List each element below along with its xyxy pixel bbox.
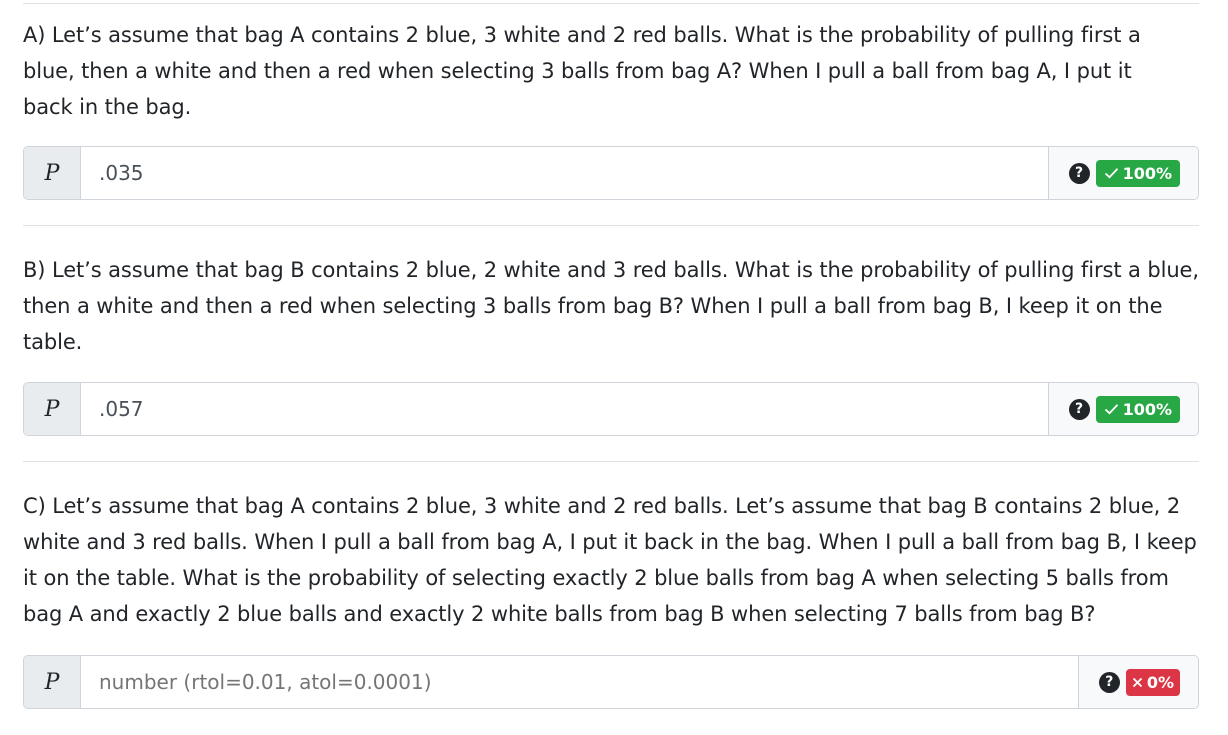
- score-value: 0%: [1146, 672, 1174, 692]
- variable-label: P: [24, 383, 81, 435]
- question-b-text: B) Let’s assume that bag B contains 2 bl…: [23, 258, 1199, 354]
- score-value: 100%: [1122, 399, 1172, 419]
- score-badge: 100%: [1095, 395, 1180, 423]
- question-c-text: C) Let’s assume that bag A contains 2 bl…: [23, 494, 1197, 626]
- question-list: A) Let’s assume that bag A contains 2 bl…: [23, 0, 1199, 709]
- answer-group-a: P ? 100%: [23, 146, 1199, 200]
- score-value: 100%: [1122, 163, 1172, 183]
- question-a-text: A) Let’s assume that bag A contains 2 bl…: [23, 23, 1141, 119]
- divider: [23, 461, 1199, 462]
- answer-input-a[interactable]: [81, 147, 1048, 199]
- answer-status-a: ? 100%: [1047, 147, 1198, 199]
- check-icon: [1104, 168, 1118, 179]
- x-icon: [1132, 677, 1142, 687]
- answer-input-c[interactable]: [81, 656, 1078, 708]
- score-badge: 0%: [1125, 668, 1180, 696]
- check-icon: [1104, 404, 1118, 415]
- score-badge: 100%: [1095, 159, 1180, 187]
- variable-label: P: [24, 656, 81, 708]
- divider: [23, 225, 1199, 226]
- answer-status-b: ? 100%: [1047, 383, 1198, 435]
- help-icon[interactable]: ?: [1068, 162, 1090, 184]
- variable-label: P: [24, 147, 81, 199]
- help-icon[interactable]: ?: [1098, 671, 1120, 693]
- divider: [23, 3, 1199, 4]
- answer-status-c: ? 0%: [1077, 656, 1198, 708]
- help-icon[interactable]: ?: [1068, 398, 1090, 420]
- answer-group-c: P ? 0%: [23, 655, 1199, 709]
- answer-group-b: P ? 100%: [23, 382, 1199, 436]
- answer-input-b[interactable]: [81, 383, 1048, 435]
